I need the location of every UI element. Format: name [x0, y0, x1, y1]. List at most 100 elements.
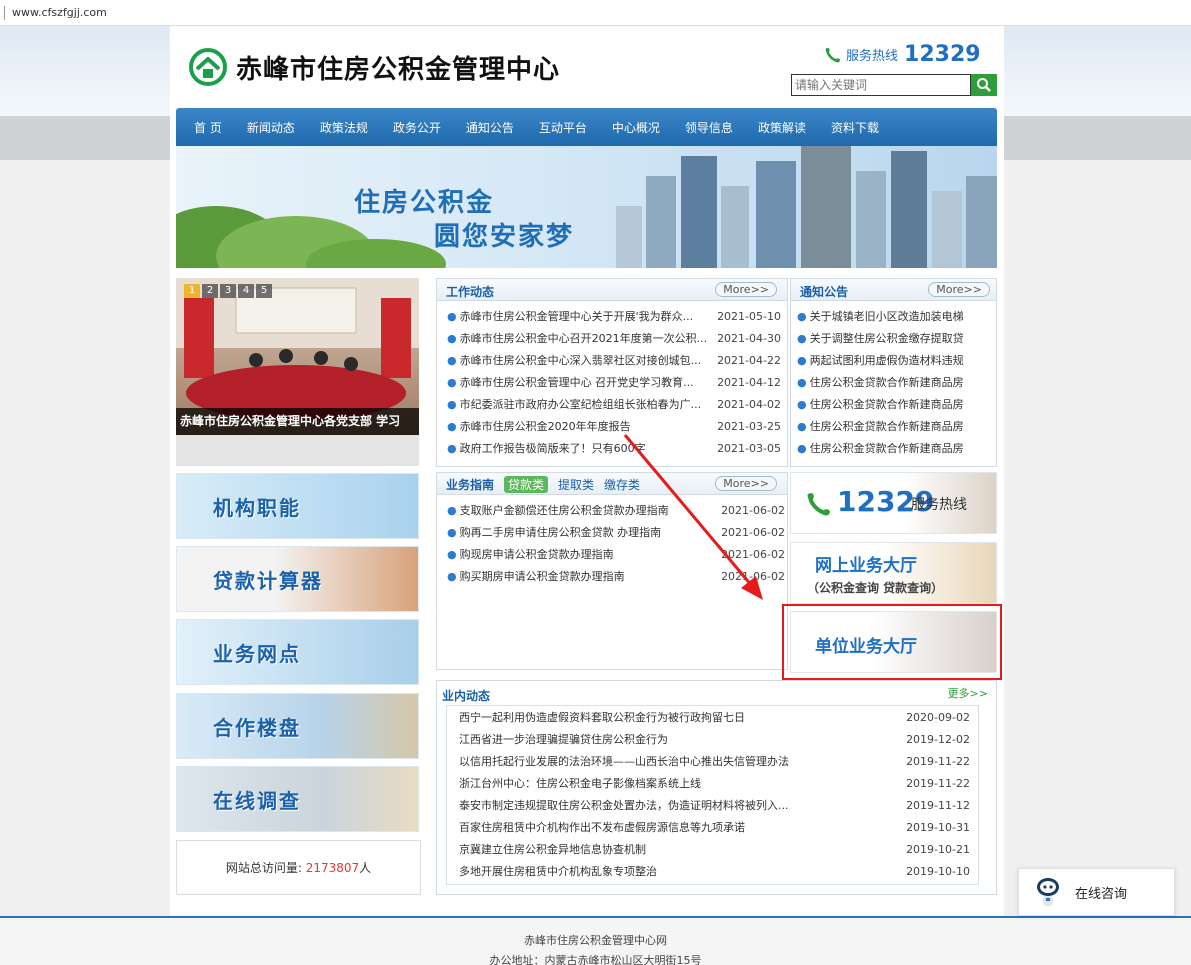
work-news-item[interactable]: ● 赤峰市住房公积金2020年年度报告: [447, 417, 631, 437]
news-item-text: 政府工作报告极简版来了！只有600字: [459, 442, 646, 455]
bullet-icon: ●: [447, 332, 457, 345]
industry-news-item[interactable]: 百家住房租赁中介机构作出不发布虚假房源信息等九项承诺: [459, 818, 745, 838]
robot-avatar-icon: [1037, 878, 1059, 906]
news-photo-slider[interactable]: 1 2 3 4 5 赤峰市住房公积金管理中心各党支部 学习: [176, 278, 419, 466]
nav-about[interactable]: 中心概况: [612, 119, 660, 136]
nav-policy[interactable]: 政策法规: [320, 119, 368, 136]
slider-dot[interactable]: 1: [184, 284, 200, 298]
url-text[interactable]: www.cfszfgjj.com: [12, 6, 107, 19]
nav-notices[interactable]: 通知公告: [466, 119, 514, 136]
nav-downloads[interactable]: 资料下载: [831, 119, 879, 136]
notice-item[interactable]: ● 关于调整住房公积金缴存提取贷: [797, 329, 964, 349]
notice-item-text: 关于调整住房公积金缴存提取贷: [809, 332, 964, 345]
site-logo[interactable]: 赤峰市住房公积金管理中心: [188, 46, 560, 88]
notice-item[interactable]: ● 两起试图利用虚假伪造材料违规: [797, 351, 964, 371]
phone-icon: [825, 47, 840, 62]
site-title: 赤峰市住房公积金管理中心: [236, 54, 561, 85]
side-button-org-functions[interactable]: 机构职能: [176, 473, 419, 539]
notice-item[interactable]: ● 关于城镇老旧小区改造加装电梯: [797, 307, 964, 327]
bullet-icon: ●: [447, 570, 457, 583]
industry-news-item[interactable]: 西宁一起利用伪造虚假资料套取公积金行为被行政拘留七日: [459, 708, 745, 728]
industry-news-item[interactable]: 京冀建立住房公积金异地信息协查机制: [459, 840, 646, 860]
notice-title[interactable]: 通知公告: [800, 283, 848, 300]
banner-slogan-line1: 住房公积金: [354, 188, 495, 218]
industry-news-panel: 业内动态 更多>> 西宁一起利用伪造虚假资料套取公积金行为被行政拘留七日 202…: [436, 680, 997, 895]
news-item-text: 市纪委派驻市政府办公室纪检组组长张柏春为广...: [459, 398, 702, 411]
footer-site-name: 赤峰市住房公积金管理中心网: [524, 934, 667, 947]
work-news-item[interactable]: ● 赤峰市住房公积金中心召开2021年度第一次公积...: [447, 329, 707, 349]
notice-item[interactable]: ● 住房公积金贷款合作新建商品房: [797, 439, 964, 459]
tab-deposits[interactable]: 缴存类: [604, 476, 640, 493]
work-news-title[interactable]: 工作动态: [446, 283, 494, 300]
nav-home[interactable]: 首 页: [194, 119, 222, 136]
work-news-panel: 工作动态 More>> ● 赤峰市住房公积金管理中心关于开展'我为群众... 20…: [436, 278, 788, 467]
online-consult-widget[interactable]: 在线咨询: [1018, 868, 1175, 916]
work-news-item[interactable]: ● 赤峰市住房公积金管理中心 召开党史学习教育...: [447, 373, 694, 393]
bullet-icon: ●: [447, 504, 457, 517]
bullet-icon: ●: [797, 442, 807, 455]
search-box: [791, 74, 997, 96]
visit-counter: 网站总访问量: 2173807人: [176, 840, 421, 895]
nav-policy-interpretation[interactable]: 政策解读: [758, 119, 806, 136]
side-button-partner-properties[interactable]: 合作楼盘: [176, 693, 419, 759]
industry-news-date: 2019-11-22: [906, 777, 970, 790]
bullet-icon: ●: [797, 398, 807, 411]
bullet-icon: ●: [447, 354, 457, 367]
side-button-loan-calculator[interactable]: 贷款计算器: [176, 546, 419, 612]
browser-address-bar[interactable]: www.cfszfgjj.com: [0, 0, 1191, 26]
work-news-item[interactable]: ● 赤峰市住房公积金中心深入翡翠社区对接创城包...: [447, 351, 701, 371]
nav-government-affairs[interactable]: 政务公开: [393, 119, 441, 136]
slider-caption[interactable]: 赤峰市住房公积金管理中心各党支部 学习: [176, 408, 419, 435]
side-button-label: 贷款计算器: [213, 569, 323, 593]
guide-item[interactable]: ● 支取账户金额偿还住房公积金贷款办理指南: [447, 501, 669, 521]
annotation-highlight-box: [782, 604, 1002, 680]
slider-dot[interactable]: 4: [238, 284, 254, 298]
online-service-hall-tile[interactable]: 网上业务大厅 （公积金查询 贷款查询）: [790, 542, 997, 604]
guide-item[interactable]: ● 购再二手房申请住房公积金贷款 办理指南: [447, 523, 661, 543]
guide-item[interactable]: ● 购买期房申请公积金贷款办理指南: [447, 567, 625, 587]
industry-news-list: 西宁一起利用伪造虚假资料套取公积金行为被行政拘留七日 2020-09-02 江西…: [446, 705, 979, 885]
work-news-item[interactable]: ● 政府工作报告极简版来了！只有600字: [447, 439, 646, 459]
nav-leadership[interactable]: 领导信息: [685, 119, 733, 136]
slider-dot[interactable]: 5: [256, 284, 272, 298]
industry-news-item[interactable]: 浙江台州中心：住房公积金电子影像档案系统上线: [459, 774, 701, 794]
notice-more-link[interactable]: More>>: [928, 282, 990, 297]
industry-news-more-link[interactable]: 更多>>: [948, 685, 988, 701]
industry-news-item[interactable]: 以信用托起行业发展的法治环境——山西长治中心推出失信管理办法: [459, 752, 789, 772]
bullet-icon: ●: [797, 310, 807, 323]
guide-item[interactable]: ● 购现房申请公积金贷款办理指南: [447, 545, 614, 565]
guide-item-date: 2021-06-02: [721, 526, 785, 539]
side-button-service-outlets[interactable]: 业务网点: [176, 619, 419, 685]
work-news-more-link[interactable]: More>>: [715, 282, 777, 297]
notice-item[interactable]: ● 住房公积金贷款合作新建商品房: [797, 395, 964, 415]
nav-news[interactable]: 新闻动态: [247, 119, 295, 136]
tab-withdrawals[interactable]: 提取类: [558, 476, 594, 493]
banner-cityscape-illustration: [176, 146, 997, 268]
nav-interaction[interactable]: 互动平台: [539, 119, 587, 136]
work-news-item[interactable]: ● 市纪委派驻市政府办公室纪检组组长张柏春为广...: [447, 395, 701, 415]
banner-slogan-line2: 圆您安家梦: [434, 222, 575, 252]
hotline-tile[interactable]: 12329 服务热线: [790, 472, 997, 534]
industry-news-item[interactable]: 泰安市制定违规提取住房公积金处置办法，伪造证明材料将被列入...: [459, 796, 789, 816]
notice-item[interactable]: ● 住房公积金贷款合作新建商品房: [797, 417, 964, 437]
guide-item-text: 购买期房申请公积金贷款办理指南: [459, 570, 625, 583]
news-item-text: 赤峰市住房公积金中心深入翡翠社区对接创城包...: [459, 354, 702, 367]
industry-news-item[interactable]: 多地开展住房租赁中介机构乱象专项整治: [459, 862, 657, 882]
phone-icon: [807, 493, 830, 516]
search-input[interactable]: [791, 74, 971, 96]
side-button-online-survey[interactable]: 在线调查: [176, 766, 419, 832]
notice-item-text: 住房公积金贷款合作新建商品房: [809, 398, 964, 411]
industry-news-title[interactable]: 业内动态: [442, 687, 490, 704]
tab-business-guide[interactable]: 业务指南: [446, 476, 494, 493]
notice-item[interactable]: ● 住房公积金贷款合作新建商品房: [797, 373, 964, 393]
work-news-item[interactable]: ● 赤峰市住房公积金管理中心关于开展'我为群众...: [447, 307, 693, 327]
slider-dot[interactable]: 3: [220, 284, 236, 298]
bullet-icon: ●: [797, 332, 807, 345]
side-button-label: 合作楼盘: [213, 716, 301, 740]
business-guide-more-link[interactable]: More>>: [715, 476, 777, 491]
slider-dot[interactable]: 2: [202, 284, 218, 298]
industry-news-item[interactable]: 江西省进一步治理骗提骗贷住房公积金行为: [459, 730, 668, 750]
search-button[interactable]: [971, 74, 997, 96]
tab-loans[interactable]: 贷款类: [504, 476, 549, 493]
side-button-label: 在线调查: [213, 789, 301, 813]
